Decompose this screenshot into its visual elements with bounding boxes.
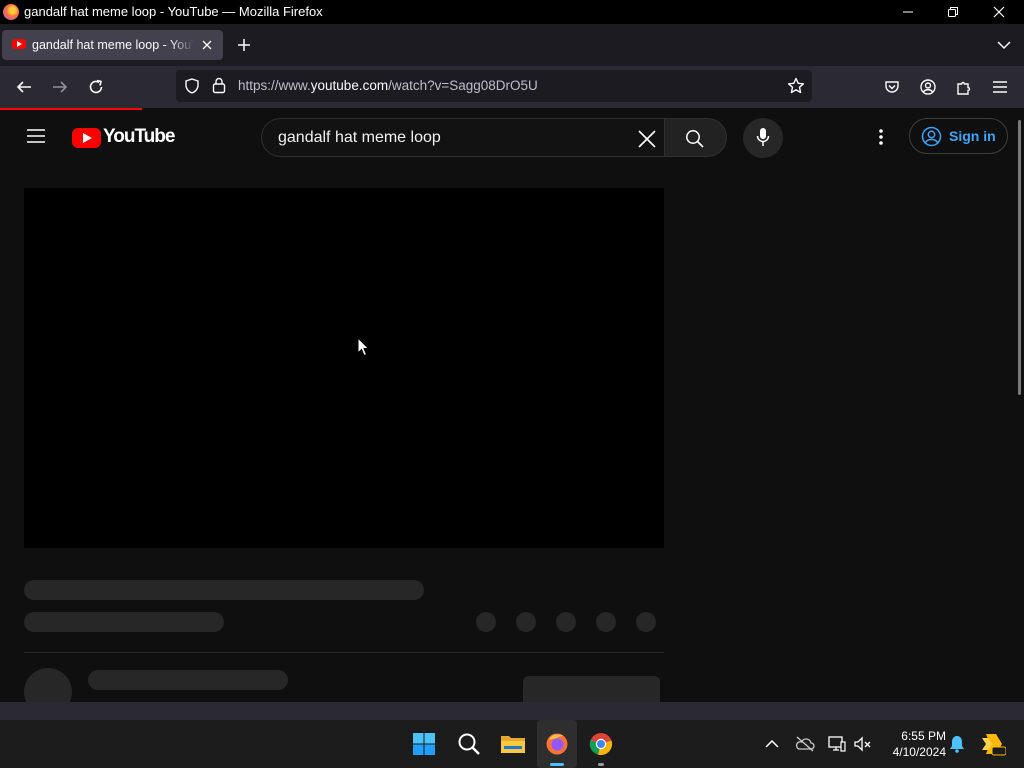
action-placeholder <box>596 612 616 632</box>
show-hidden-icons-icon[interactable] <box>765 739 779 748</box>
mouse-cursor-icon <box>357 337 369 357</box>
search-input[interactable]: gandalf hat meme loop <box>261 118 665 157</box>
account-circle-icon <box>921 126 942 147</box>
tab-title: gandalf hat meme loop - YouTube <box>32 38 194 52</box>
channel-avatar-placeholder <box>24 668 72 702</box>
tracking-protection-shield-icon[interactable] <box>184 78 200 94</box>
window-title-bar: gandalf hat meme loop - YouTube — Mozill… <box>0 0 1024 24</box>
chrome-taskbar-button[interactable] <box>581 720 621 768</box>
chrome-icon <box>589 733 613 756</box>
restore-icon <box>948 7 958 17</box>
action-placeholder <box>476 612 496 632</box>
youtube-play-logo-icon <box>72 128 101 148</box>
sign-in-label: Sign in <box>949 128 996 144</box>
copilot-preview-icon[interactable] <box>980 732 1006 756</box>
firefox-icon <box>3 4 19 20</box>
clear-search-icon[interactable] <box>638 130 656 148</box>
title-placeholder <box>24 580 424 600</box>
app-menu-icon[interactable] <box>992 80 1008 94</box>
lock-icon[interactable] <box>212 77 226 94</box>
close-window-button[interactable] <box>976 0 1022 24</box>
microphone-icon <box>756 128 770 146</box>
reload-icon[interactable] <box>88 79 104 95</box>
action-placeholder <box>516 612 536 632</box>
back-icon[interactable] <box>16 79 32 95</box>
onedrive-offline-icon[interactable] <box>795 736 815 752</box>
subscribe-placeholder <box>523 676 660 702</box>
window-title: gandalf hat meme loop - YouTube — Mozill… <box>24 4 323 19</box>
divider <box>24 652 664 653</box>
volume-muted-icon[interactable] <box>854 736 872 752</box>
firefox-taskbar-button[interactable] <box>537 720 577 768</box>
browser-bottom-strip <box>0 702 1024 720</box>
minimize-icon <box>903 11 913 13</box>
page-scrollbar[interactable] <box>1018 120 1021 395</box>
restore-button[interactable] <box>930 0 976 24</box>
taskbar-search-button[interactable] <box>449 720 489 768</box>
firefox-icon <box>546 733 568 755</box>
search-icon <box>686 130 704 148</box>
url-text[interactable]: https://www.youtube.com/watch?v=Sagg08Dr… <box>238 78 538 93</box>
sign-in-button[interactable]: Sign in <box>909 118 1008 154</box>
forward-icon[interactable] <box>52 79 68 95</box>
action-placeholder <box>636 612 656 632</box>
minimize-button[interactable] <box>885 0 931 24</box>
bookmark-star-icon[interactable] <box>787 77 805 95</box>
search-query[interactable]: gandalf hat meme loop <box>278 129 441 147</box>
tab-strip: gandalf hat meme loop - YouTube <box>0 24 1024 66</box>
metadata-placeholder <box>24 612 224 632</box>
navigation-toolbar: https://www.youtube.com/watch?v=Sagg08Dr… <box>0 66 1024 108</box>
youtube-page: YouTube gandalf hat meme loop Sign in <box>0 110 1024 702</box>
system-clock[interactable]: 6:55 PM 4/10/2024 <box>880 728 946 760</box>
file-explorer-button[interactable] <box>493 720 533 768</box>
network-icon[interactable] <box>828 736 846 752</box>
extensions-icon[interactable] <box>956 79 972 95</box>
channel-name-placeholder <box>88 670 288 690</box>
guide-menu-icon[interactable] <box>26 128 46 144</box>
start-button[interactable] <box>404 720 444 768</box>
start-icon <box>413 733 435 755</box>
tab-youtube[interactable]: gandalf hat meme loop - YouTube <box>2 30 223 60</box>
video-player[interactable] <box>24 188 664 548</box>
more-options-icon[interactable] <box>878 128 884 146</box>
notification-bell-icon[interactable] <box>949 735 965 753</box>
voice-search-button[interactable] <box>743 118 783 158</box>
clock-date: 4/10/2024 <box>892 745 946 759</box>
list-all-tabs-icon[interactable] <box>997 40 1011 50</box>
clock-time: 6:55 PM <box>901 729 946 743</box>
file-explorer-icon <box>501 736 525 753</box>
new-tab-icon[interactable] <box>237 38 251 52</box>
account-icon[interactable] <box>920 79 936 95</box>
youtube-logo-text: YouTube <box>103 126 175 147</box>
youtube-favicon-icon <box>12 39 26 49</box>
action-placeholder <box>556 612 576 632</box>
search-button[interactable] <box>665 118 727 157</box>
search-icon <box>458 733 480 755</box>
close-icon <box>993 6 1005 18</box>
pocket-icon[interactable] <box>884 79 900 95</box>
close-tab-icon[interactable] <box>201 39 213 51</box>
address-bar[interactable]: https://www.youtube.com/watch?v=Sagg08Dr… <box>176 70 812 102</box>
windows-taskbar: 6:55 PM 4/10/2024 <box>0 720 1024 768</box>
